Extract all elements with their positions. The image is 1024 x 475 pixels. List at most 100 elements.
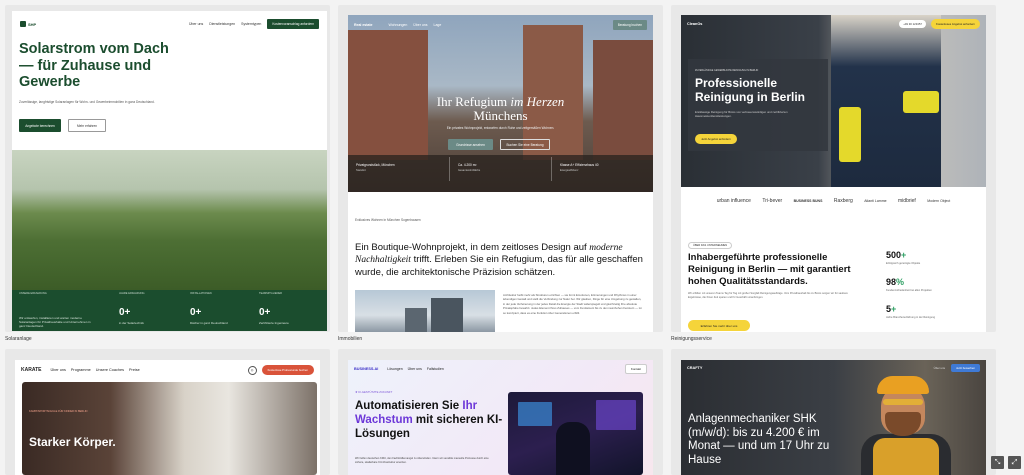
solar-stats-band: UNSERE ERFAHRUNG Wir entwerfen, installi…	[12, 290, 327, 331]
solar-logo[interactable]: SHP	[20, 21, 36, 27]
zoom-out-button[interactable]: ⤡	[991, 456, 1004, 469]
client-logo: midbrief	[898, 198, 916, 204]
preview-business-ai: BUSINESS.AI Lösungen Über uns Fallstudie…	[348, 360, 653, 475]
template-card-karate[interactable]: KARATE Über uns Programme Unsere Coaches…	[5, 349, 330, 475]
business-logo[interactable]: BUSINESS.AI	[354, 367, 378, 371]
zoom-in-button[interactable]: ⤢	[1008, 456, 1021, 469]
template-card-realestate[interactable]: Real estate Wohnungen Über uns Lage Bera…	[338, 5, 663, 332]
realestate-body-text: Architektur heißt mehr als Strukturen er…	[503, 293, 642, 315]
cleaning-nav-cta[interactable]: Kostenloses Angebot anfordern	[930, 19, 980, 29]
template-gallery: SHP Über uns Dienstleistungen Systemtype…	[0, 0, 1024, 475]
crafty-nav-item[interactable]: Über uns	[934, 366, 945, 370]
mechanic-vest	[873, 438, 939, 475]
fact-title: Privatgrundstück, München	[356, 163, 395, 167]
cleaning-logo[interactable]: CleanOs	[687, 22, 702, 26]
business-contact-button[interactable]: Kontakt	[624, 364, 647, 374]
realestate-facts: Privatgrundstück, München Standort Ca. 4.…	[348, 157, 653, 181]
preview-karate: KARATE Über uns Programme Unsere Coaches…	[15, 360, 320, 475]
cleaning-secondary-button[interactable]: Erfahren Sie mehr über uns	[688, 320, 750, 331]
solar-nav-item[interactable]: Systemtypen	[241, 22, 261, 26]
realestate-secondary-button[interactable]: Buchen Sie eine Beratung	[500, 139, 550, 150]
solar-nav-item[interactable]: Dienstleistungen	[209, 22, 235, 26]
stat-desc: Erfolgreich gereinigte Objekte	[886, 262, 921, 265]
realestate-nav-item[interactable]: Über uns	[413, 23, 427, 27]
headline-part: Münchens	[473, 108, 528, 124]
stat-suffix: +	[901, 250, 907, 260]
realestate-subline: Ein privates Wohnprojekt, entworfen durc…	[446, 126, 555, 130]
stat-value: 0+	[259, 307, 271, 318]
realestate-h2: Ein Boutique-Wohnprojekt, in dem zeitlos…	[355, 242, 650, 278]
preview-solar: SHP Über uns Dienstleistungen Systemtype…	[12, 11, 327, 331]
hard-hat	[877, 376, 929, 394]
realestate-primary-button[interactable]: Grundrisse ansehen	[448, 139, 493, 150]
fact-title: Klasse A+ Effizienzhaus 40	[560, 163, 599, 167]
client-logo: BUSINESS BUNS	[793, 199, 823, 203]
business-nav-item[interactable]: Über uns	[408, 367, 422, 371]
client-logo: urban influence	[716, 198, 751, 204]
karate-nav-item[interactable]: Preise	[129, 368, 140, 372]
karate-nav-item[interactable]: Unsere Coaches	[96, 368, 124, 372]
karate-nav-item[interactable]: Über uns	[50, 368, 65, 372]
fact-title: Ca. 4.200 m²	[458, 163, 477, 167]
cleaning-eyebrow: ZUVERLÄSSIGE GEWERBLICHE REINIGUNG IN BE…	[695, 69, 759, 72]
stat-value: 0+	[190, 307, 202, 318]
caption-cleaning[interactable]: Reinigungsservice	[671, 336, 712, 342]
person-silhouette	[556, 422, 590, 475]
cleaning-subline: Erstklassige Reinigung für Büros von ver…	[695, 110, 788, 119]
caption-realestate[interactable]: Immobilien	[338, 336, 362, 342]
karate-nav-item[interactable]: Programme	[71, 368, 91, 372]
crafty-nav-cta[interactable]: Jetzt bewerben	[951, 364, 980, 372]
fact-item: Ca. 4.200 m² Gesamtwohnfläche	[450, 157, 552, 181]
template-card-crafty[interactable]: CRAFTY Über uns Jetzt bewerben Anlagenme…	[671, 349, 996, 475]
template-card-business-ai[interactable]: BUSINESS.AI Lösungen Über uns Fallstudie…	[338, 349, 663, 475]
stat-desc: in der Solartechnik	[119, 321, 144, 325]
stat-suffix: %	[896, 277, 905, 287]
realestate-nav-item[interactable]: Lage	[434, 23, 442, 27]
stat-desc: Zertifizierte Ingenieure	[259, 321, 289, 325]
karate-nav: KARATE Über uns Programme Unsere Coaches…	[15, 360, 320, 380]
safety-glasses	[883, 399, 923, 405]
solar-primary-button[interactable]: Angebote berechnen	[19, 119, 61, 132]
cleaning-phone-button[interactable]: +49 30 123457	[899, 20, 926, 28]
solar-subline: Zuverlässige, langfristige Solaranlagen …	[19, 100, 155, 104]
client-logo: Raxberg	[833, 198, 853, 204]
solar-nav: SHP Über uns Dienstleistungen Systemtype…	[12, 11, 327, 37]
crafty-logo[interactable]: CRAFTY	[687, 366, 702, 370]
stat-desc: Wir entwerfen, installieren und warten m…	[19, 316, 91, 329]
solar-nav-cta[interactable]: Kostenvoranschlag anfordern	[267, 19, 319, 29]
solar-nav-item[interactable]: Über uns	[189, 22, 203, 26]
template-card-solar[interactable]: SHP Über uns Dienstleistungen Systemtype…	[5, 5, 330, 332]
cleaning-primary-button[interactable]: Jetzt Angebot anfordern	[695, 134, 737, 144]
building-shape	[405, 308, 427, 332]
sun-icon	[20, 21, 26, 27]
stat-desc: Dächer in ganz Deutschland	[190, 321, 228, 325]
karate-logo[interactable]: KARATE	[21, 367, 41, 373]
h2-part: Ein Boutique-Wohnprojekt, in dem zeitlos…	[355, 242, 590, 253]
realestate-logo[interactable]: Real estate	[354, 23, 372, 27]
stat-desc: Kundenzufriedenheit bei allen Projekten	[886, 289, 932, 292]
preview-crafty: CRAFTY Über uns Jetzt bewerben Anlagenme…	[681, 360, 986, 475]
template-card-cleaning[interactable]: CleanOs +49 30 123457 Kostenloses Angebo…	[671, 5, 996, 332]
headline-part: Automatisieren Sie	[355, 400, 463, 412]
fact-item: Privatgrundstück, München Standort	[348, 157, 450, 181]
client-logo: Modern Object	[927, 199, 951, 203]
whatsapp-icon[interactable]: ◎	[247, 365, 257, 375]
realestate-nav-cta[interactable]: Beratung buchen	[612, 20, 647, 30]
glove-shape	[839, 107, 861, 162]
realestate-nav-item[interactable]: Wohnungen	[388, 23, 407, 27]
business-nav-item[interactable]: Lösungen	[387, 367, 402, 371]
karate-nav-cta[interactable]: Kostenlose Probestunde buchen	[261, 365, 314, 375]
solar-secondary-button[interactable]: Mehr erfahren	[68, 119, 106, 132]
fact-label: Gesamtwohnfläche	[458, 169, 481, 172]
solar-logo-text: SHP	[28, 21, 37, 27]
stat-label: TEAMMITGLIEDER	[259, 292, 283, 295]
karate-headline: Starker Körper.	[29, 435, 116, 449]
caption-solar[interactable]: Solaranlage	[5, 336, 32, 342]
cleaning-description: Wir erfüllen mit unseren Teams Tag für T…	[688, 292, 848, 299]
headline-part: Ihr Refugium	[436, 94, 511, 109]
business-nav-item[interactable]: Fallstudien	[427, 367, 444, 371]
realestate-headline: Ihr Refugium im Herzen Münchens	[348, 94, 653, 124]
stat-value: 500	[886, 250, 902, 260]
cleaning-nav: CleanOs +49 30 123457 Kostenloses Angebo…	[681, 15, 986, 33]
cleaning-headline: Professionelle Reinigung in Berlin	[695, 76, 805, 105]
